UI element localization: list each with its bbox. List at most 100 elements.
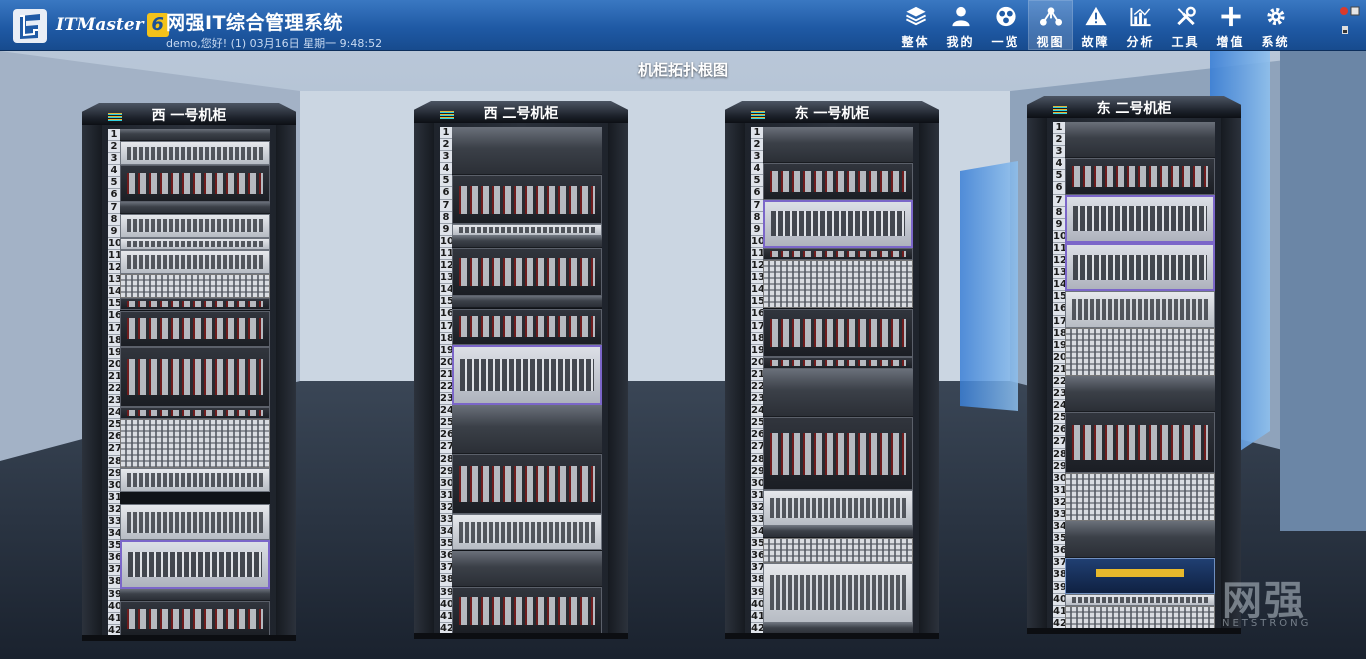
rack-device[interactable] <box>452 175 602 224</box>
unit-number: 20 <box>440 356 454 369</box>
unit-number: 16 <box>440 308 454 321</box>
rack-device[interactable] <box>120 600 270 638</box>
rack-device[interactable] <box>763 163 913 200</box>
unit-number: 26 <box>751 429 765 442</box>
rack-device[interactable] <box>452 344 602 406</box>
nav-item-overall[interactable]: 整体 <box>893 0 938 50</box>
unit-number: 21 <box>108 370 122 383</box>
warning-icon <box>1084 6 1107 26</box>
rack-side-panel <box>1221 118 1241 635</box>
unit-number: 20 <box>751 356 765 369</box>
blank-panel <box>452 296 602 309</box>
unit-number: 8 <box>108 214 120 226</box>
rack-device[interactable] <box>120 419 270 468</box>
unit-number: 17 <box>108 322 122 335</box>
rack-device[interactable] <box>1065 291 1215 328</box>
unit-number: 32 <box>751 501 765 514</box>
rack-device[interactable] <box>452 586 602 636</box>
rack-cabinet[interactable]: 东 二号机柜 1 2 3 4 5 6 7 8 9 10 11 12 13 14 15 16 17 18 19 20 21 2… <box>1027 96 1241 640</box>
rack-device[interactable] <box>120 274 270 299</box>
nav-item-analysis[interactable]: 分析 <box>1118 0 1163 50</box>
rack-bay <box>120 129 270 638</box>
unit-number: 26 <box>1053 424 1067 437</box>
rack-device[interactable] <box>1065 243 1215 292</box>
rack-device[interactable] <box>452 308 602 345</box>
blank-panel <box>120 129 270 142</box>
unit-number: 34 <box>1053 521 1067 534</box>
unit-number: 14 <box>751 284 765 297</box>
unit-number: 13 <box>1053 267 1067 280</box>
unit-number: 6 <box>440 187 452 200</box>
rack-device[interactable] <box>120 310 270 347</box>
unit-number: 27 <box>1053 436 1067 449</box>
rack-device[interactable] <box>452 453 602 515</box>
user-lock-icon[interactable] <box>1340 25 1350 35</box>
nav-item-tools[interactable]: 工具 <box>1163 0 1208 50</box>
rack-device[interactable] <box>1065 412 1215 473</box>
rack-device[interactable] <box>120 213 270 238</box>
rack-device[interactable] <box>763 417 913 490</box>
rack-device[interactable] <box>120 298 270 311</box>
rack-device[interactable] <box>1065 593 1215 606</box>
nav-item-mine[interactable]: 我的 <box>938 0 983 50</box>
rack-device[interactable] <box>1065 557 1215 594</box>
rack-device[interactable] <box>120 467 270 492</box>
rack-device[interactable] <box>120 250 270 275</box>
blank-panel <box>763 369 913 418</box>
rack-device[interactable] <box>763 308 913 357</box>
unit-number: 38 <box>108 576 122 589</box>
rack-device[interactable] <box>120 237 270 250</box>
nav-item-system[interactable]: 系统 <box>1253 0 1298 50</box>
blank-panel <box>120 588 270 601</box>
rack-device[interactable] <box>763 260 913 309</box>
user-icon <box>951 6 970 27</box>
nav-item-value-added[interactable]: 增值 <box>1208 0 1253 50</box>
rack-device[interactable] <box>120 504 270 541</box>
rack-device[interactable] <box>763 248 913 261</box>
rack-cabinet[interactable]: 西 一号机柜 1 2 3 4 5 6 7 8 9 10 11 12 13 14 15 16 17 18 19 20 21 2… <box>82 103 296 647</box>
rack-device[interactable] <box>763 562 913 624</box>
unit-number: 3 <box>108 153 120 166</box>
unit-number: 24 <box>440 405 454 418</box>
rack-device[interactable] <box>1065 327 1215 377</box>
unit-number: 27 <box>751 441 765 454</box>
unit-number: 5 <box>1053 170 1065 183</box>
unit-number: 13 <box>108 274 122 287</box>
nav-item-overview[interactable]: 一览 <box>983 0 1028 50</box>
unit-number-rail: 1 2 3 4 5 6 7 8 9 10 11 12 13 14 15 16 17 18 19 20 21 22 23 24 2… <box>108 129 122 638</box>
unit-number: 4 <box>108 165 120 178</box>
blank-panel <box>1065 376 1215 413</box>
nav-label: 分析 <box>1126 35 1155 49</box>
unit-number: 19 <box>1053 339 1067 352</box>
unit-number: 25 <box>1053 412 1067 425</box>
window-buttons-icon[interactable] <box>1340 6 1360 16</box>
rack-device[interactable] <box>452 248 602 297</box>
rack-device[interactable] <box>763 490 913 527</box>
nav-item-view[interactable]: 视图 <box>1028 0 1073 50</box>
rack-topology-view: 机柜拓扑根图 西 一号机柜 1 2 3 4 5 6 7 8 9 10 11 12 13 14 15 16 17 18… <box>0 51 1366 659</box>
rack-device[interactable] <box>120 165 270 202</box>
unit-number: 8 <box>440 212 452 224</box>
unit-number: 34 <box>751 526 765 539</box>
unit-number: 24 <box>108 407 122 420</box>
rack-device[interactable] <box>763 199 913 248</box>
rack-device[interactable] <box>452 223 602 236</box>
unit-number: 5 <box>751 175 763 188</box>
rack-device[interactable] <box>763 538 913 563</box>
rack-device[interactable] <box>120 540 270 589</box>
rack-device[interactable] <box>452 514 602 551</box>
blank-panel <box>452 127 602 176</box>
unit-number: 12 <box>1053 255 1067 268</box>
rack-device[interactable] <box>120 407 270 420</box>
rack-device[interactable] <box>120 141 270 166</box>
rack-device[interactable] <box>1065 158 1215 195</box>
rack-device[interactable] <box>1065 606 1215 631</box>
rack-device[interactable] <box>1065 194 1215 243</box>
rack-cabinet[interactable]: 东 一号机柜 1 2 3 4 5 6 7 8 9 10 11 12 13 14 15 16 17 18 19 20 21 2… <box>725 101 939 645</box>
rack-device[interactable] <box>1065 472 1215 522</box>
rack-device[interactable] <box>763 356 913 369</box>
unit-number: 1 <box>440 127 452 140</box>
rack-cabinet[interactable]: 西 二号机柜 1 2 3 4 5 6 7 8 9 10 11 12 13 14 15 16 17 18 19 20 21 2… <box>414 101 628 645</box>
nav-item-fault[interactable]: 故障 <box>1073 0 1118 50</box>
rack-device[interactable] <box>120 346 270 408</box>
